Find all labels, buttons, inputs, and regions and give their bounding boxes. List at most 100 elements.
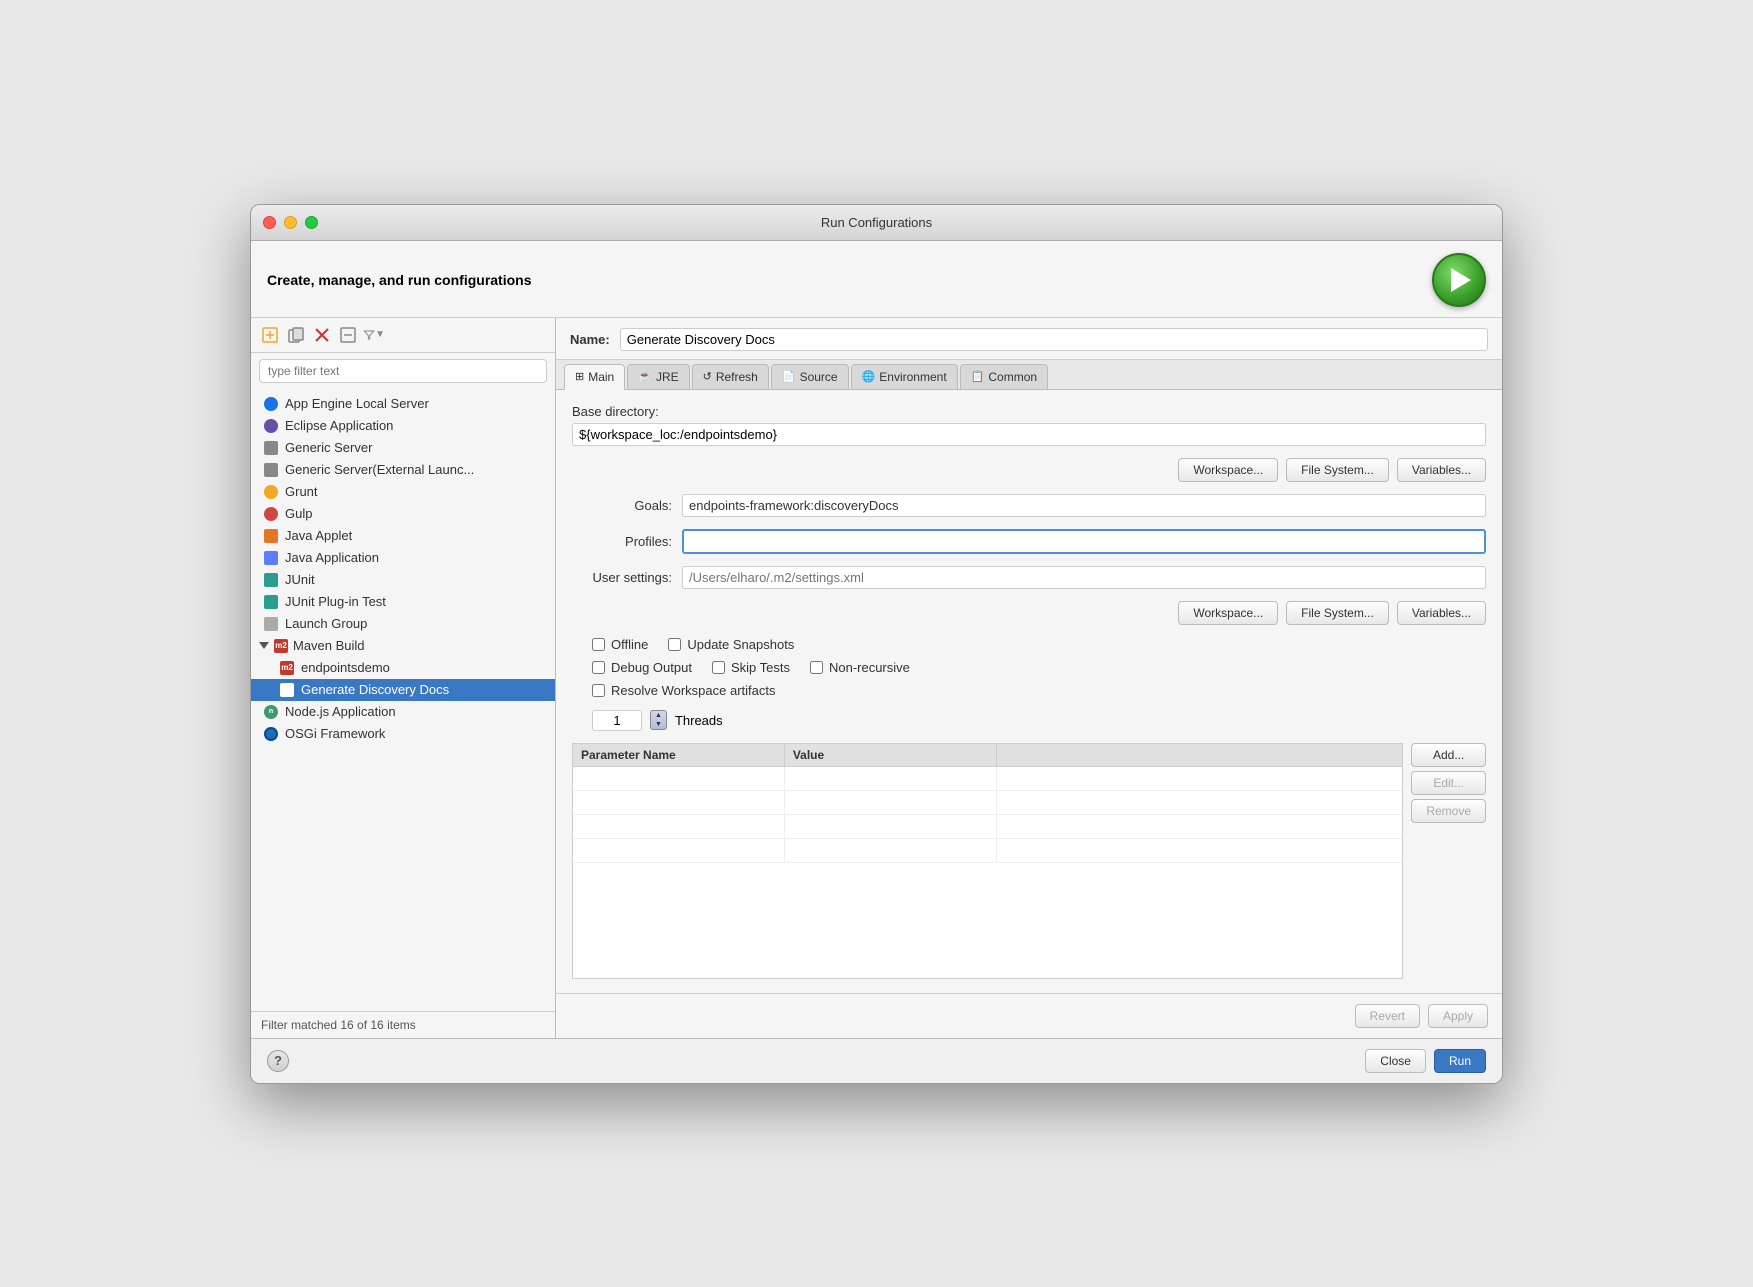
header-area: Create, manage, and run configurations xyxy=(251,241,1502,318)
non-recursive-label: Non-recursive xyxy=(829,660,910,675)
filesystem-button-2[interactable]: File System... xyxy=(1286,601,1389,625)
new-config-button[interactable] xyxy=(259,324,281,346)
tree-item-nodejs[interactable]: n Node.js Application xyxy=(251,701,555,723)
close-button[interactable]: Close xyxy=(1365,1049,1426,1073)
tree-item-gulp[interactable]: Gulp xyxy=(251,503,555,525)
tree-group-label: Maven Build xyxy=(293,638,365,653)
tree-item-label: JUnit xyxy=(285,572,315,587)
tree-item-label: Java Application xyxy=(285,550,379,565)
revert-button[interactable]: Revert xyxy=(1355,1004,1420,1028)
base-dir-input[interactable] xyxy=(572,423,1486,446)
filter-button[interactable]: ▼ xyxy=(363,324,385,346)
tree-list: App Engine Local Server Eclipse Applicat… xyxy=(251,389,555,1011)
filesystem-button-1[interactable]: File System... xyxy=(1286,458,1389,482)
skip-tests-checkbox[interactable]: Skip Tests xyxy=(712,660,790,675)
profiles-input[interactable] xyxy=(682,529,1486,554)
tab-refresh[interactable]: ↺ Refresh xyxy=(692,364,769,389)
tree-item-osgi[interactable]: OSGi Framework xyxy=(251,723,555,745)
param-value-cell xyxy=(785,791,997,814)
user-settings-input[interactable] xyxy=(682,566,1486,589)
non-recursive-checkbox[interactable]: Non-recursive xyxy=(810,660,910,675)
offline-checkbox[interactable]: Offline xyxy=(592,637,648,652)
table-row[interactable] xyxy=(573,839,1402,863)
table-row[interactable] xyxy=(573,791,1402,815)
tree-item-generic[interactable]: Generic Server xyxy=(251,437,555,459)
close-traffic-light[interactable] xyxy=(263,216,276,229)
apply-button[interactable]: Apply xyxy=(1428,1004,1488,1028)
tree-item-junit[interactable]: JUnit xyxy=(251,569,555,591)
skip-tests-label: Skip Tests xyxy=(731,660,790,675)
copy-config-button[interactable] xyxy=(285,324,307,346)
edit-button[interactable]: Edit... xyxy=(1411,771,1486,795)
table-row[interactable] xyxy=(573,767,1402,791)
tree-item-javaapp[interactable]: Java Application xyxy=(251,547,555,569)
skip-tests-checkbox-input[interactable] xyxy=(712,661,725,674)
update-snapshots-checkbox-input[interactable] xyxy=(668,638,681,651)
tab-source[interactable]: 📄 Source xyxy=(771,364,849,389)
collapse-all-button[interactable] xyxy=(337,324,359,346)
goals-input[interactable] xyxy=(682,494,1486,517)
debug-output-checkbox[interactable]: Debug Output xyxy=(592,660,692,675)
param-value-cell xyxy=(785,767,997,790)
common-tab-icon: 📋 xyxy=(971,370,985,383)
offline-checkbox-input[interactable] xyxy=(592,638,605,651)
tab-jre[interactable]: ☕ JRE xyxy=(627,364,689,389)
run-configurations-window: Run Configurations Create, manage, and r… xyxy=(250,204,1503,1084)
header-title: Create, manage, and run configurations xyxy=(267,272,532,288)
resolve-workspace-checkbox-input[interactable] xyxy=(592,684,605,697)
delete-config-button[interactable] xyxy=(311,324,333,346)
threads-spinner[interactable]: ▲ ▼ xyxy=(650,710,667,730)
param-buttons: Add... Edit... Remove xyxy=(1411,743,1486,979)
tree-item-endpointsdemo[interactable]: m2 endpointsdemo xyxy=(251,657,555,679)
filter-input[interactable] xyxy=(259,359,547,383)
tree-item-genericext[interactable]: Generic Server(External Launc... xyxy=(251,459,555,481)
workspace-button-1[interactable]: Workspace... xyxy=(1178,458,1278,482)
param-extra-cell xyxy=(997,767,1403,790)
tree-item-label: Node.js Application xyxy=(285,704,396,719)
name-input[interactable] xyxy=(620,328,1488,351)
tab-common[interactable]: 📋 Common xyxy=(960,364,1048,389)
tree-item-grunt[interactable]: Grunt xyxy=(251,481,555,503)
debug-output-checkbox-input[interactable] xyxy=(592,661,605,674)
tab-source-label: Source xyxy=(800,370,838,384)
non-recursive-checkbox-input[interactable] xyxy=(810,661,823,674)
jre-tab-icon: ☕ xyxy=(638,370,652,383)
update-snapshots-checkbox[interactable]: Update Snapshots xyxy=(668,637,794,652)
variables-button-2[interactable]: Variables... xyxy=(1397,601,1486,625)
tab-environment[interactable]: 🌐 Environment xyxy=(851,364,958,389)
variables-button-1[interactable]: Variables... xyxy=(1397,458,1486,482)
tree-item-gendiscovery[interactable]: m2 Generate Discovery Docs xyxy=(251,679,555,701)
table-row[interactable] xyxy=(573,815,1402,839)
junitplugin-icon xyxy=(263,594,279,610)
tree-item-junitplugin[interactable]: JUnit Plug-in Test xyxy=(251,591,555,613)
add-button[interactable]: Add... xyxy=(1411,743,1486,767)
minimize-traffic-light[interactable] xyxy=(284,216,297,229)
checkbox-row-2: Debug Output Skip Tests Non-recursive xyxy=(592,660,1486,675)
goals-row: Goals: xyxy=(572,494,1486,517)
help-button[interactable]: ? xyxy=(267,1050,289,1072)
run-button[interactable]: Run xyxy=(1434,1049,1486,1073)
maven-icon: m2 xyxy=(273,638,289,654)
remove-button[interactable]: Remove xyxy=(1411,799,1486,823)
run-button-large[interactable] xyxy=(1432,253,1486,307)
tree-item-javaapplet[interactable]: Java Applet xyxy=(251,525,555,547)
resolve-workspace-checkbox[interactable]: Resolve Workspace artifacts xyxy=(592,683,776,698)
tree-item-eclipse[interactable]: Eclipse Application xyxy=(251,415,555,437)
workspace-button-2[interactable]: Workspace... xyxy=(1178,601,1278,625)
threads-input[interactable] xyxy=(592,710,642,731)
tab-main[interactable]: ⊞ Main xyxy=(564,364,625,390)
tree-item-label: OSGi Framework xyxy=(285,726,385,741)
spinner-down-icon[interactable]: ▼ xyxy=(651,720,666,729)
tree-group-maven[interactable]: m2 Maven Build xyxy=(251,635,555,657)
base-dir-buttons: Workspace... File System... Variables... xyxy=(572,458,1486,482)
main-tab-icon: ⊞ xyxy=(575,370,584,383)
col-param-name: Parameter Name xyxy=(573,744,785,766)
name-row: Name: xyxy=(556,318,1502,360)
param-name-cell xyxy=(573,839,785,862)
tree-item-appengine[interactable]: App Engine Local Server xyxy=(251,393,555,415)
right-panel: Name: ⊞ Main ☕ JRE ↺ Refresh 📄 xyxy=(556,318,1502,1038)
appengine-icon xyxy=(263,396,279,412)
maximize-traffic-light[interactable] xyxy=(305,216,318,229)
tree-item-launchgroup[interactable]: Launch Group xyxy=(251,613,555,635)
spinner-up-icon[interactable]: ▲ xyxy=(651,711,666,720)
